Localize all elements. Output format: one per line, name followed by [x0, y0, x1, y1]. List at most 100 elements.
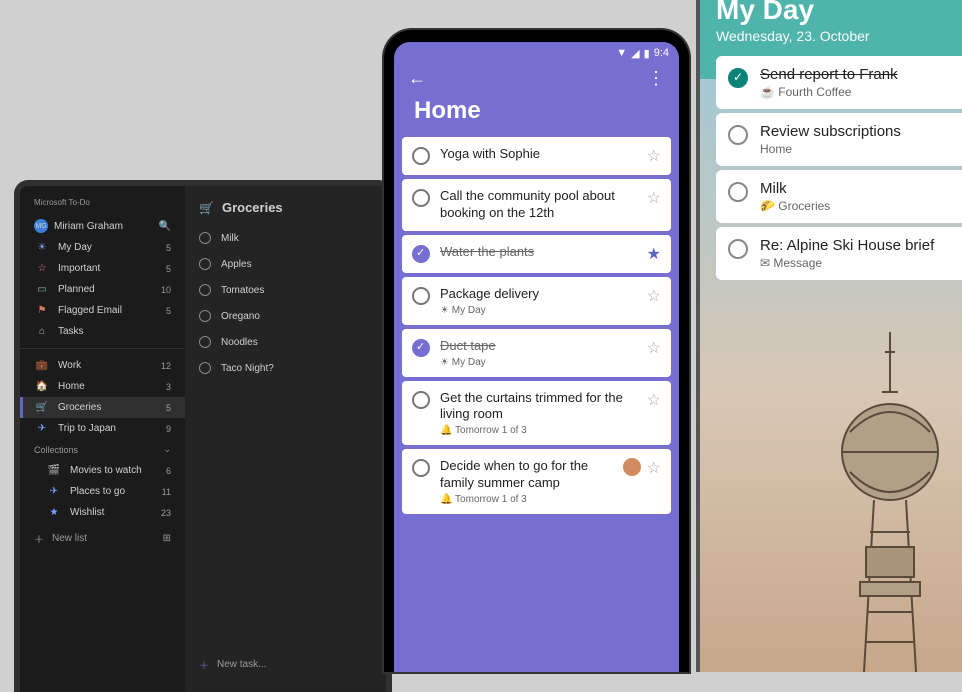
task-row[interactable]: Oregano [185, 303, 386, 329]
collection-item[interactable]: ✈Places to go11 [20, 481, 185, 502]
task-checkbox[interactable] [199, 336, 211, 348]
desktop-main: 🛒 Groceries Milk ApplesTomatoesOreganoNoo… [185, 186, 386, 692]
list-icon: 🏠 [34, 381, 50, 392]
task-row[interactable]: Package delivery☀ My Day☆ [402, 277, 671, 325]
star-icon[interactable]: ☆ [647, 458, 661, 478]
avatar: MG [34, 219, 48, 233]
nav-icon: ☀ [34, 242, 50, 253]
status-bar: ▼ ◢ ▮ 9:4 [394, 42, 679, 64]
user-row[interactable]: MG Miriam Graham 🔍 [20, 215, 185, 237]
nav-item-tasks[interactable]: ⌂Tasks [20, 321, 185, 342]
nav-label: Tasks [58, 326, 84, 337]
new-list-label: New list [52, 533, 87, 544]
task-row[interactable]: Tomatoes [185, 277, 386, 303]
task-row[interactable]: Milk [185, 225, 386, 251]
app-brand: Microsoft To-Do [20, 194, 185, 215]
task-row[interactable]: Decide when to go for the family summer … [402, 449, 671, 514]
ios-phone: My Day Wednesday, 23. October Send repor… [696, 0, 962, 672]
nav-item-important[interactable]: ☆Important5 [20, 258, 185, 279]
task-row[interactable]: Send report to Frank☕ Fourth Coffee [716, 56, 962, 109]
list-item-trip-to-japan[interactable]: ✈Trip to Japan9 [20, 418, 185, 439]
task-row[interactable]: Duct tape☀ My Day☆ [402, 329, 671, 377]
nav-item-my-day[interactable]: ☀My Day5 [20, 237, 185, 258]
task-checkbox[interactable] [728, 182, 748, 202]
nav-item-flagged-email[interactable]: ⚑Flagged Email5 [20, 300, 185, 321]
desktop-sidebar: Microsoft To-Do MG Miriam Graham 🔍 ☀My D… [20, 186, 185, 692]
task-checkbox[interactable] [199, 258, 211, 270]
task-title: Send report to Frank [760, 66, 898, 83]
task-row[interactable]: Water the plants★ [402, 235, 671, 273]
signal-icon: ◢ [631, 47, 639, 60]
task-checkbox[interactable] [728, 239, 748, 259]
task-row[interactable]: Apples [185, 251, 386, 277]
task-title: Get the curtains trimmed for the living … [440, 390, 641, 424]
task-checkbox[interactable] [199, 284, 211, 296]
android-screen: ▼ ◢ ▮ 9:4 ← ⋮ Home Yoga with Sophie☆ Call… [394, 42, 679, 672]
task-subtitle: ✉ Message [760, 256, 934, 270]
collection-count: 23 [161, 508, 171, 518]
task-list: Send report to Frank☕ Fourth CoffeeRevie… [716, 56, 962, 280]
task-row[interactable]: Taco Night? [185, 355, 386, 381]
collection-item[interactable]: 🎬Movies to watch6 [20, 460, 185, 481]
task-checkbox[interactable] [412, 245, 430, 263]
collection-item[interactable]: ★Wishlist23 [20, 502, 185, 523]
task-title: Duct tape [440, 338, 641, 355]
task-title: Call the community pool about booking on… [440, 188, 641, 222]
task-checkbox[interactable] [412, 147, 430, 165]
task-row[interactable]: Call the community pool about booking on… [402, 179, 671, 231]
list-icon: 💼 [34, 360, 50, 371]
star-icon[interactable]: ☆ [647, 390, 661, 410]
more-icon[interactable]: ⋮ [647, 68, 665, 89]
nav-count: 5 [166, 264, 171, 274]
task-row[interactable]: Re: Alpine Ski House brief✉ Message [716, 227, 962, 280]
list-count: 3 [166, 382, 171, 392]
list-item-work[interactable]: 💼 Work 12 [20, 355, 185, 376]
new-list-button[interactable]: ＋ New list ⊞ [20, 523, 185, 554]
list-item-home[interactable]: 🏠Home3 [20, 376, 185, 397]
wifi-icon: ▼ [616, 47, 627, 59]
collection-label: Wishlist [70, 507, 104, 518]
collections-header[interactable]: Collections ⌄ [20, 439, 185, 460]
list-title-row: 🛒 Groceries [185, 196, 386, 225]
list-count: 12 [161, 361, 171, 371]
list-title: Home [394, 91, 679, 137]
task-title: Milk [221, 233, 239, 244]
star-icon[interactable]: ☆ [647, 146, 661, 166]
task-checkbox[interactable] [412, 189, 430, 207]
task-row[interactable]: Review subscriptionsHome [716, 113, 962, 166]
task-row[interactable]: Noodles [185, 329, 386, 355]
new-task-input[interactable]: ＋ New task... [185, 647, 386, 682]
list-icon: 🛒 [199, 201, 214, 215]
search-icon[interactable]: 🔍 [159, 221, 171, 232]
add-group-icon[interactable]: ⊞ [163, 533, 171, 544]
task-checkbox[interactable] [412, 391, 430, 409]
star-icon[interactable]: ★ [647, 244, 661, 264]
task-row[interactable]: Get the curtains trimmed for the living … [402, 381, 671, 446]
list-count: 5 [166, 403, 171, 413]
list-label: Work [58, 360, 81, 371]
star-icon[interactable]: ☆ [647, 338, 661, 358]
list-label: Trip to Japan [58, 423, 116, 434]
list-icon: 🛒 [34, 402, 50, 413]
star-icon[interactable]: ☆ [647, 188, 661, 208]
task-row[interactable]: Yoga with Sophie☆ [402, 137, 671, 175]
task-list: Yoga with Sophie☆ Call the community pool… [394, 137, 679, 514]
task-checkbox[interactable] [412, 339, 430, 357]
collection-count: 6 [166, 466, 171, 476]
task-row[interactable]: Milk🌮 Groceries [716, 170, 962, 223]
task-checkbox[interactable] [199, 232, 211, 244]
collection-count: 11 [162, 487, 171, 497]
task-checkbox[interactable] [412, 287, 430, 305]
task-checkbox[interactable] [728, 68, 748, 88]
task-checkbox[interactable] [199, 310, 211, 322]
back-icon[interactable]: ← [408, 68, 426, 89]
task-checkbox[interactable] [199, 362, 211, 374]
list-item-groceries[interactable]: 🛒 Groceries 5 [20, 397, 185, 418]
collection-label: Places to go [70, 486, 125, 497]
list-label: Groceries [58, 402, 101, 413]
task-subtitle: 🌮 Groceries [760, 199, 830, 213]
star-icon[interactable]: ☆ [647, 286, 661, 306]
task-checkbox[interactable] [412, 459, 430, 477]
nav-item-planned[interactable]: ▭Planned10 [20, 279, 185, 300]
task-checkbox[interactable] [728, 125, 748, 145]
